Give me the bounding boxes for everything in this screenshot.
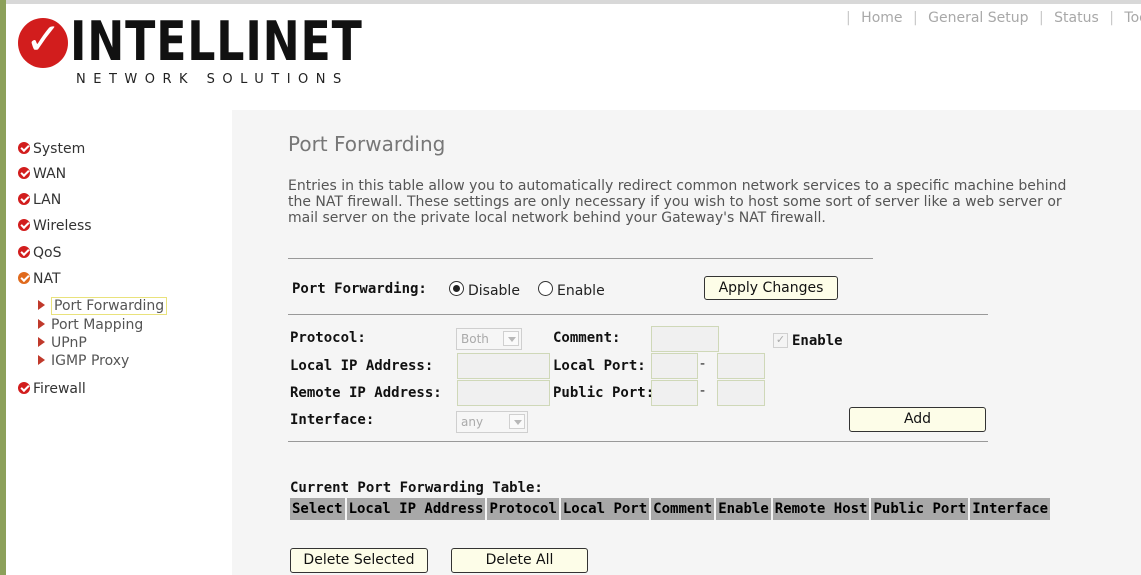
apply-changes-button[interactable]: Apply Changes	[704, 276, 838, 300]
sidebar-subitem-label: Port Forwarding	[51, 297, 168, 315]
sidebar-item-label: NAT	[33, 271, 61, 287]
check-bullet-icon	[18, 167, 30, 179]
table-header-cell: Local Port	[560, 498, 650, 520]
sidebar-item-label: WAN	[33, 166, 67, 182]
sidebar-subitem-port-forwarding[interactable]: Port Forwarding	[38, 297, 168, 315]
sidebar-item-firewall[interactable]: Firewall	[18, 381, 86, 397]
table-header-cell: Comment	[651, 498, 715, 520]
sidebar-item-label: Firewall	[33, 381, 86, 397]
range-separator: -	[700, 383, 706, 399]
local-ip-input[interactable]	[457, 353, 550, 379]
triangle-right-icon	[38, 300, 45, 310]
sidebar-subitem-upnp[interactable]: UPnP	[38, 335, 87, 351]
nav-status[interactable]: Status	[1054, 10, 1099, 26]
check-bullet-icon	[18, 382, 30, 394]
table-header-cell: Public Port	[871, 498, 969, 520]
nav-general-setup[interactable]: General Setup	[928, 10, 1028, 26]
sidebar-subitem-label: UPnP	[51, 335, 87, 351]
header-top-border	[6, 0, 1141, 4]
sidebar-subitem-label: Port Mapping	[51, 317, 144, 333]
sidebar-item-qos[interactable]: QoS	[18, 245, 61, 261]
protocol-select[interactable]: Both	[456, 328, 522, 350]
table-header-cell: Select	[290, 498, 345, 520]
check-bullet-icon	[18, 193, 30, 205]
add-button[interactable]: Add	[849, 407, 986, 432]
table-header-cell: Remote Host	[772, 498, 870, 520]
remote-ip-label: Remote IP Address:	[290, 385, 442, 401]
enable-label: Enable	[792, 333, 843, 349]
divider	[288, 258, 873, 259]
table-header-cell: Interface	[970, 498, 1051, 520]
radio-enable-label: Enable	[557, 283, 605, 299]
check-bullet-icon	[18, 142, 30, 154]
check-bullet-icon	[18, 219, 30, 231]
page-description: Entries in this table allow you to autom…	[288, 178, 1067, 226]
comment-input[interactable]	[651, 326, 719, 352]
table-header-cell: Local IP Address	[346, 498, 486, 520]
radio-enable[interactable]	[538, 281, 553, 296]
public-port-start-input[interactable]	[651, 380, 698, 406]
delete-all-button[interactable]: Delete All	[451, 548, 588, 573]
range-separator: -	[700, 356, 706, 372]
nav-separator: |	[1038, 10, 1044, 26]
sidebar-item-wan[interactable]: WAN	[18, 166, 66, 182]
chevron-down-icon	[503, 331, 519, 346]
check-bullet-icon	[18, 272, 30, 284]
chevron-down-icon	[509, 414, 525, 429]
nav-separator: |	[846, 10, 851, 26]
table-header-cell: Protocol	[487, 498, 559, 520]
top-navigation: | Home | General Setup | Status | Tool |	[840, 10, 1141, 26]
local-port-start-input[interactable]	[651, 353, 698, 379]
remote-ip-input[interactable]	[457, 380, 550, 406]
protocol-select-value: Both	[461, 332, 489, 346]
divider	[288, 314, 988, 315]
nav-separator: |	[1109, 10, 1114, 26]
sidebar-item-label: LAN	[33, 192, 62, 208]
comment-label: Comment:	[553, 330, 621, 346]
triangle-right-icon	[38, 319, 45, 329]
radio-disable-label: Disable	[468, 283, 520, 299]
local-ip-label: Local IP Address:	[290, 358, 434, 374]
enable-checkbox[interactable]: ✓	[773, 333, 788, 348]
local-port-label: Local Port:	[553, 358, 646, 374]
sidebar-subitem-label: IGMP Proxy	[51, 353, 130, 369]
nav-home[interactable]: Home	[861, 10, 902, 26]
public-port-label: Public Port:	[553, 385, 655, 401]
sidebar-item-lan[interactable]: LAN	[18, 192, 61, 208]
logo-check-glyph: ✓	[25, 14, 62, 65]
sidebar-item-label: System	[33, 141, 86, 157]
interface-select-value: any	[461, 415, 484, 429]
port-forwarding-table-header: Select Local IP Address Protocol Local P…	[290, 498, 1051, 520]
sidebar-subitem-port-mapping[interactable]: Port Mapping	[38, 317, 143, 333]
divider	[288, 441, 988, 442]
interface-select[interactable]: any	[456, 411, 528, 433]
sidebar-item-nat[interactable]: NAT	[18, 271, 61, 287]
port-forwarding-label: Port Forwarding:	[292, 281, 427, 297]
check-bullet-icon	[18, 246, 30, 258]
sidebar-item-wireless[interactable]: Wireless	[18, 218, 92, 234]
nav-separator: |	[912, 10, 918, 26]
triangle-right-icon	[38, 355, 45, 365]
table-title: Current Port Forwarding Table:	[290, 480, 543, 496]
brand-logo: INTELLINET	[70, 10, 363, 73]
sidebar-item-label: QoS	[33, 245, 62, 261]
delete-selected-button[interactable]: Delete Selected	[290, 548, 428, 573]
page-title: Port Forwarding	[288, 132, 446, 156]
protocol-label: Protocol:	[290, 330, 366, 346]
radio-disable[interactable]	[449, 281, 464, 296]
sidebar-item-label: Wireless	[33, 218, 92, 234]
brand-tagline: NETWORK SOLUTIONS	[76, 72, 349, 87]
sidebar-subitem-igmp-proxy[interactable]: IGMP Proxy	[38, 353, 129, 369]
public-port-end-input[interactable]	[717, 380, 765, 406]
local-port-end-input[interactable]	[717, 353, 765, 379]
interface-label: Interface:	[290, 412, 375, 428]
sidebar-item-system[interactable]: System	[18, 141, 85, 157]
table-header-cell: Enable	[716, 498, 771, 520]
triangle-right-icon	[38, 337, 45, 347]
nav-tool[interactable]: Tool	[1124, 10, 1141, 26]
